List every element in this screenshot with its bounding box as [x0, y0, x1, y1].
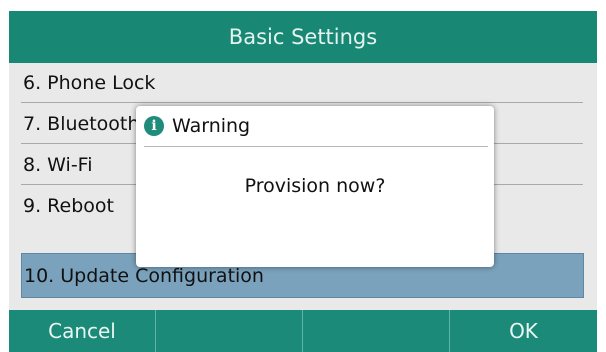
menu-item-label: 8. Wi-Fi [23, 153, 93, 176]
softkey-3[interactable] [303, 310, 450, 352]
dialog-message: Provision now? [244, 175, 386, 197]
dialog-title: Warning [172, 115, 251, 137]
cancel-softkey[interactable]: Cancel [9, 310, 156, 352]
menu-item-label: 10. Update Configuration [24, 264, 264, 287]
softkey-2[interactable] [156, 310, 303, 352]
phone-screen: Basic Settings 6. Phone Lock 7. Bluetoot… [9, 11, 597, 352]
ok-softkey[interactable]: OK [450, 310, 597, 352]
dialog-title-bar: i Warning [144, 106, 488, 147]
screen-title: Basic Settings [9, 11, 597, 63]
menu-item-label: 7. Bluetooth [23, 112, 140, 135]
menu-item-label: 6. Phone Lock [23, 71, 156, 94]
info-icon: i [144, 116, 164, 136]
menu-item-phone-lock[interactable]: 6. Phone Lock [21, 63, 583, 103]
menu-item-label: 9. Reboot [23, 195, 114, 217]
warning-dialog: i Warning Provision now? [136, 106, 494, 267]
softkey-bar: Cancel OK [9, 310, 597, 352]
